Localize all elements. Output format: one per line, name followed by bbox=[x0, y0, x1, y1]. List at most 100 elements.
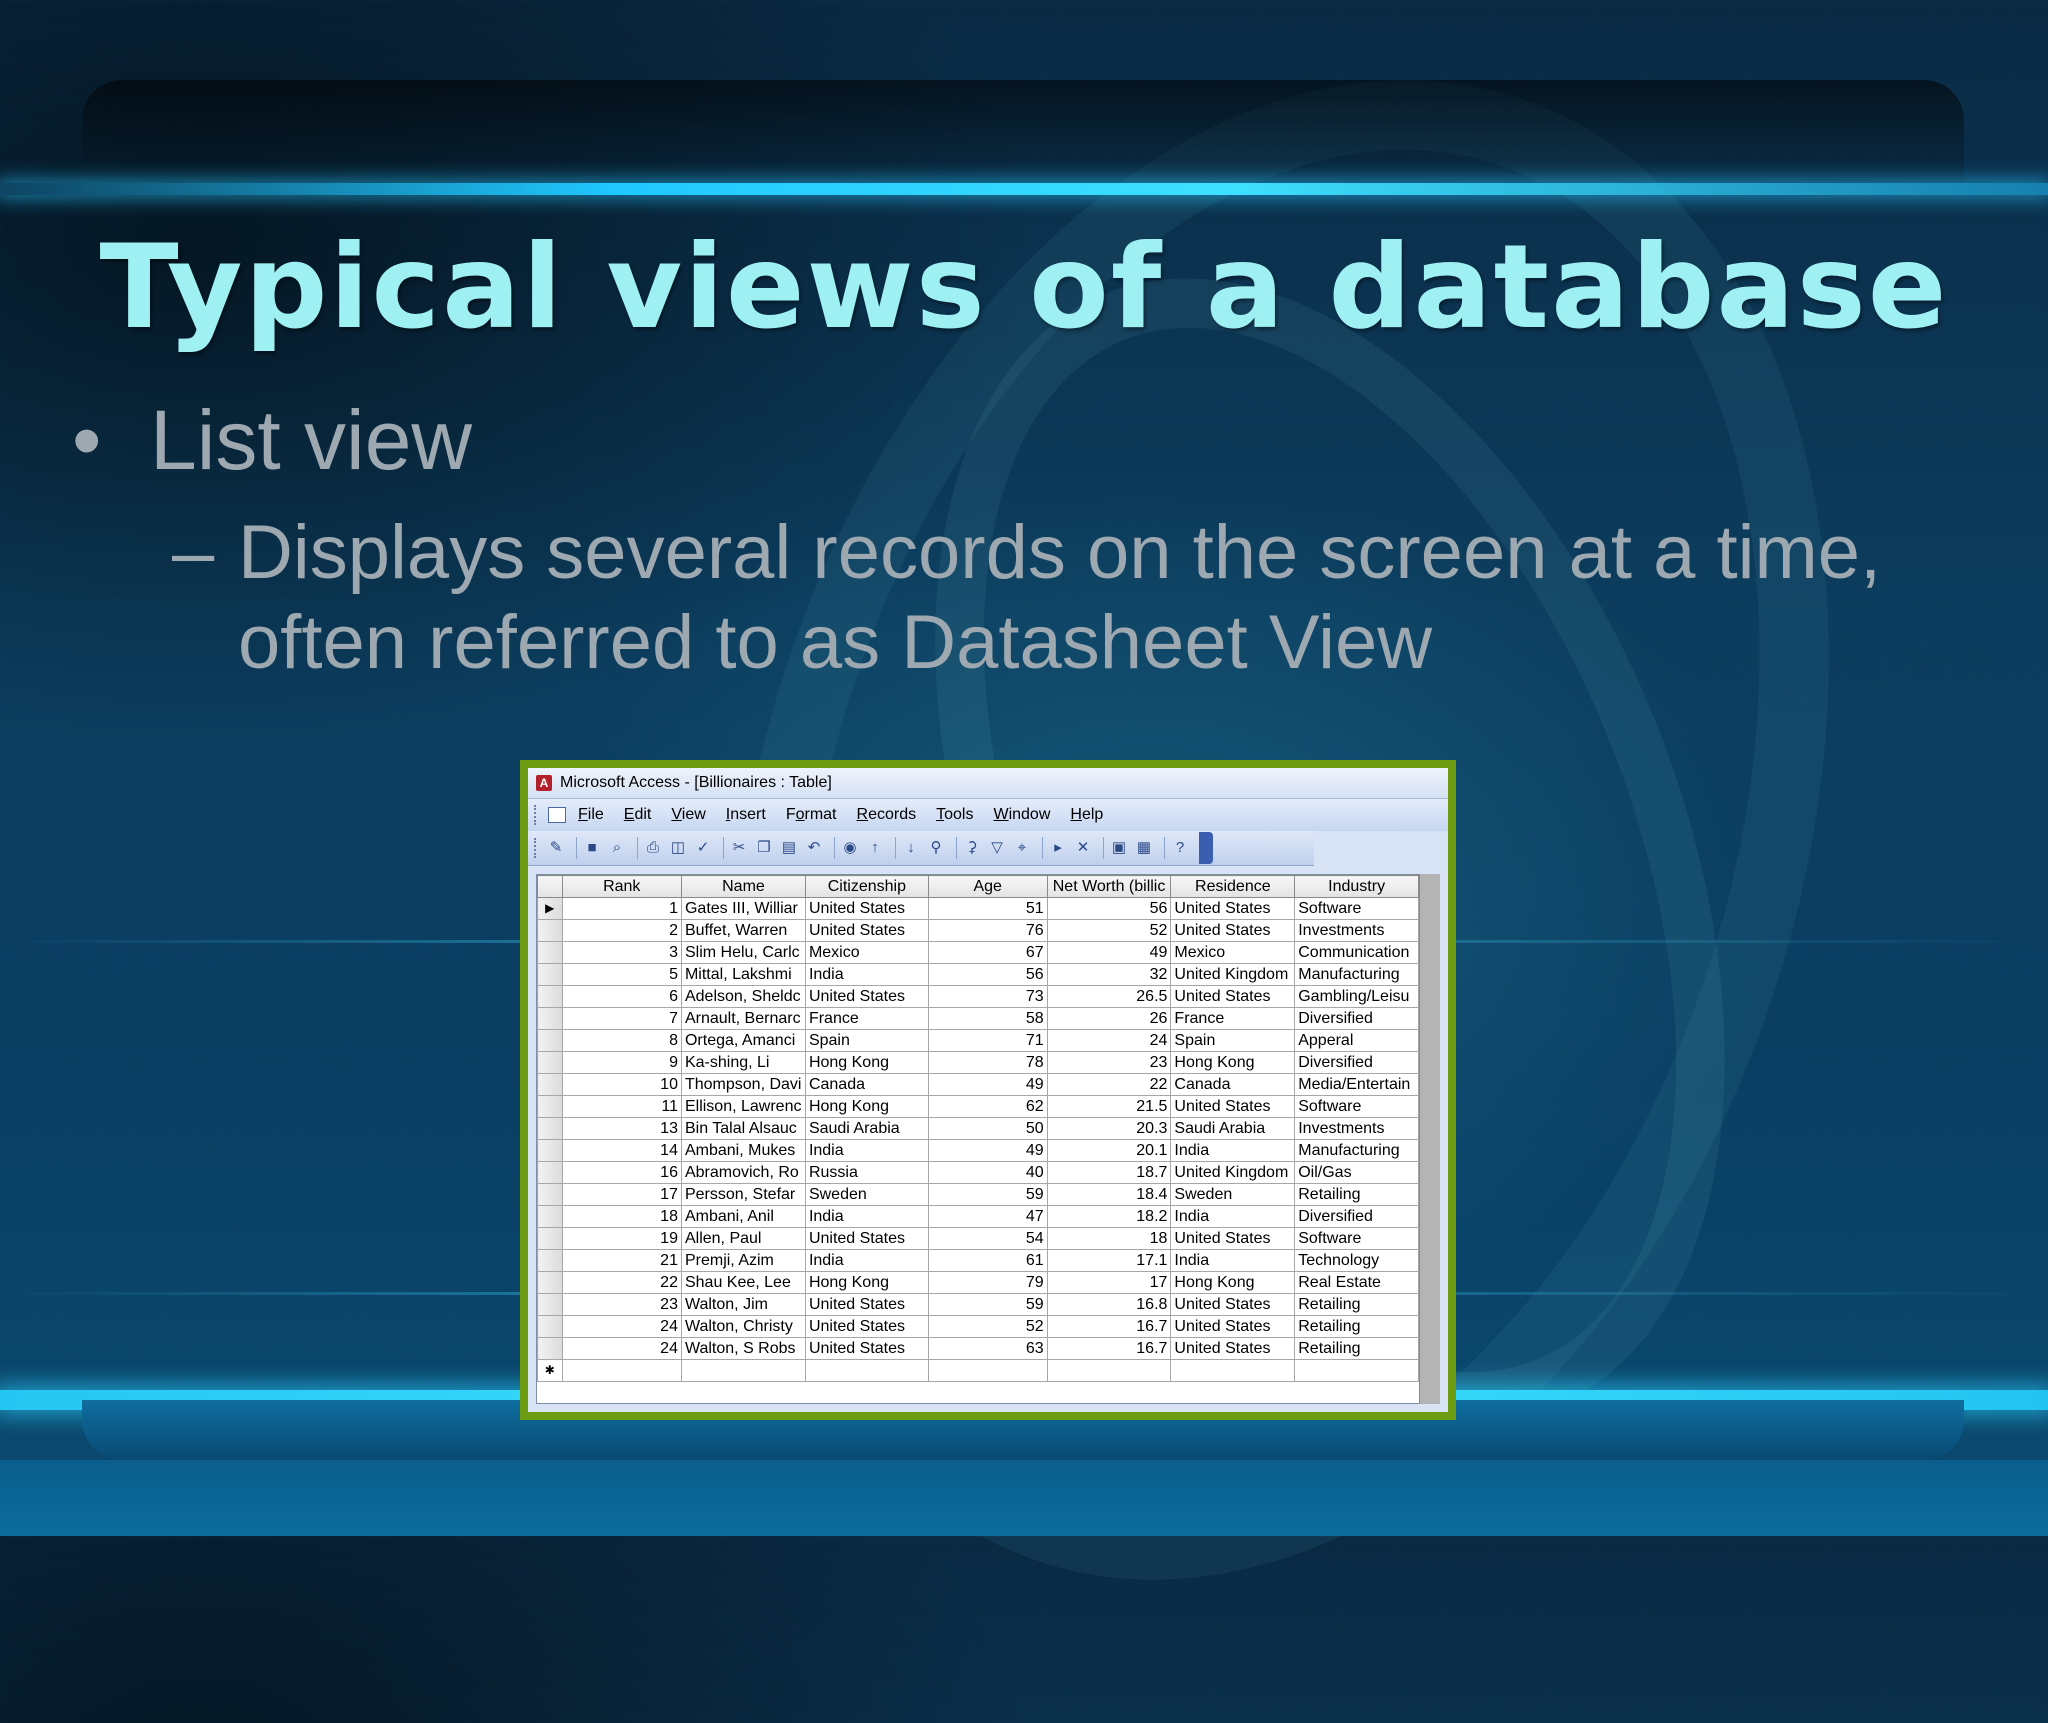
table-cell[interactable]: Ambani, Anil bbox=[680, 1205, 806, 1228]
table-cell[interactable]: France bbox=[804, 1007, 929, 1030]
column-header[interactable]: Rank bbox=[561, 875, 682, 898]
record-selector[interactable] bbox=[537, 1161, 563, 1184]
menu-window[interactable]: Window bbox=[993, 806, 1050, 824]
table-cell[interactable]: 1 bbox=[561, 897, 682, 920]
table-cell[interactable]: Spain bbox=[1170, 1029, 1296, 1052]
table-cell[interactable]: 52 bbox=[927, 1315, 1048, 1338]
table-cell[interactable]: 16.8 bbox=[1046, 1293, 1172, 1316]
table-cell[interactable]: 7 bbox=[561, 1007, 682, 1030]
table-cell[interactable]: Walton, Christy bbox=[680, 1315, 806, 1338]
table-row[interactable]: 16 Abramovich, Ro Russia 40 18.7 United Kingd… bbox=[537, 1161, 1419, 1184]
sort-descending-icon[interactable]: ↓ bbox=[901, 838, 921, 858]
table-cell[interactable]: 62 bbox=[927, 1095, 1048, 1118]
vertical-scrollbar[interactable] bbox=[1419, 874, 1440, 1404]
table-cell[interactable]: Hong Kong bbox=[804, 1095, 929, 1118]
table-cell[interactable]: Saudi Arabia bbox=[1170, 1117, 1296, 1140]
record-selector[interactable] bbox=[537, 1293, 563, 1316]
table-cell[interactable]: Slim Helu, Carlc bbox=[680, 941, 806, 964]
table-cell[interactable]: 5 bbox=[561, 963, 682, 986]
table-row[interactable]: 8 Ortega, Amanci Spain 71 24 Spain Apperal bbox=[537, 1029, 1419, 1052]
menu-file[interactable]: File bbox=[578, 806, 604, 824]
table-cell[interactable]: 59 bbox=[927, 1183, 1048, 1206]
table-cell[interactable]: India bbox=[1170, 1249, 1296, 1272]
table-cell[interactable]: 11 bbox=[561, 1095, 682, 1118]
table-cell[interactable]: United States bbox=[804, 1293, 929, 1316]
table-cell[interactable]: Diversified bbox=[1294, 1051, 1419, 1074]
record-selector[interactable] bbox=[537, 1315, 563, 1338]
filter-by-selection-icon[interactable]: ⚲ bbox=[926, 838, 946, 858]
table-cell[interactable] bbox=[1046, 1359, 1172, 1382]
table-cell[interactable]: Technology bbox=[1294, 1249, 1419, 1272]
record-selector[interactable] bbox=[537, 1007, 563, 1030]
table-cell[interactable]: 26.5 bbox=[1046, 985, 1172, 1008]
table-cell[interactable]: 32 bbox=[1046, 963, 1172, 986]
table-cell[interactable]: 16.7 bbox=[1046, 1315, 1172, 1338]
table-cell[interactable]: Arnault, Bernarc bbox=[680, 1007, 806, 1030]
table-cell[interactable]: United States bbox=[1170, 919, 1296, 942]
table-cell[interactable]: Retailing bbox=[1294, 1315, 1419, 1338]
table-cell[interactable]: Retailing bbox=[1294, 1293, 1419, 1316]
table-cell[interactable]: Thompson, Davi bbox=[680, 1073, 806, 1096]
record-selector[interactable] bbox=[537, 919, 563, 942]
column-header[interactable]: Industry bbox=[1294, 875, 1419, 898]
table-cell[interactable]: 24 bbox=[561, 1337, 682, 1360]
table-cell[interactable]: Hong Kong bbox=[804, 1271, 929, 1294]
table-row[interactable]: 21 Premji, Azim India 61 17.1 India Technology bbox=[537, 1249, 1419, 1272]
table-cell[interactable]: Gambling/Leisu bbox=[1294, 985, 1419, 1008]
table-cell[interactable]: 16.7 bbox=[1046, 1337, 1172, 1360]
table-cell[interactable]: United States bbox=[1170, 897, 1296, 920]
table-cell[interactable]: 58 bbox=[927, 1007, 1048, 1030]
table-cell[interactable]: 23 bbox=[561, 1293, 682, 1316]
table-cell[interactable] bbox=[927, 1359, 1048, 1382]
record-selector[interactable] bbox=[537, 1337, 563, 1360]
table-cell[interactable]: 6 bbox=[561, 985, 682, 1008]
table-cell[interactable]: Investments bbox=[1294, 1117, 1419, 1140]
table-cell[interactable]: Retailing bbox=[1294, 1183, 1419, 1206]
table-cell[interactable]: United Kingdom bbox=[1170, 963, 1296, 986]
record-selector[interactable] bbox=[537, 1249, 563, 1272]
column-header[interactable]: Residence bbox=[1170, 875, 1296, 898]
cut-icon[interactable]: ✂ bbox=[729, 838, 749, 858]
table-row[interactable]: 24 Walton, Christy United States 52 16.7 Unit… bbox=[537, 1315, 1419, 1338]
table-cell[interactable]: 22 bbox=[561, 1271, 682, 1294]
table-cell[interactable]: Canada bbox=[1170, 1073, 1296, 1096]
table-cell[interactable]: Shau Kee, Lee bbox=[680, 1271, 806, 1294]
select-all-corner[interactable] bbox=[537, 875, 563, 898]
table-cell[interactable]: France bbox=[1170, 1007, 1296, 1030]
menu-format[interactable]: Format bbox=[786, 806, 837, 824]
table-cell[interactable]: United States bbox=[1170, 1337, 1296, 1360]
print-preview-icon[interactable]: ◫ bbox=[668, 838, 688, 858]
table-cell[interactable]: 9 bbox=[561, 1051, 682, 1074]
menu-edit[interactable]: Edit bbox=[624, 806, 652, 824]
table-cell[interactable]: 67 bbox=[927, 941, 1048, 964]
table-cell[interactable]: 24 bbox=[1046, 1029, 1172, 1052]
table-cell[interactable]: Hong Kong bbox=[1170, 1271, 1296, 1294]
new-record-icon[interactable]: ▸ bbox=[1048, 838, 1068, 858]
table-cell[interactable]: 61 bbox=[927, 1249, 1048, 1272]
table-cell[interactable]: Buffet, Warren bbox=[680, 919, 806, 942]
table-cell[interactable]: Sweden bbox=[1170, 1183, 1296, 1206]
table-cell[interactable]: Oil/Gas bbox=[1294, 1161, 1419, 1184]
record-selector[interactable] bbox=[537, 1117, 563, 1140]
print-icon[interactable]: ⎙ bbox=[643, 838, 663, 858]
table-row[interactable]: 24 Walton, S Robs United States 63 16.7 Unite… bbox=[537, 1337, 1419, 1360]
table-cell[interactable]: India bbox=[804, 963, 929, 986]
table-cell[interactable]: 16 bbox=[561, 1161, 682, 1184]
table-cell[interactable]: 14 bbox=[561, 1139, 682, 1162]
record-selector[interactable] bbox=[537, 1051, 563, 1074]
find-icon[interactable]: ⌖ bbox=[1012, 838, 1032, 858]
table-cell[interactable]: 18.2 bbox=[1046, 1205, 1172, 1228]
record-selector[interactable] bbox=[537, 1139, 563, 1162]
table-cell[interactable]: 24 bbox=[561, 1315, 682, 1338]
table-row[interactable]: 17 Persson, Stefar Sweden 59 18.4 Sweden Retai… bbox=[537, 1183, 1419, 1206]
table-cell[interactable]: 54 bbox=[927, 1227, 1048, 1250]
table-cell[interactable]: 10 bbox=[561, 1073, 682, 1096]
table-cell[interactable]: 17 bbox=[1046, 1271, 1172, 1294]
table-cell[interactable]: 52 bbox=[1046, 919, 1172, 942]
table-row[interactable]: 2 Buffet, Warren United States 76 52 United S… bbox=[537, 919, 1419, 942]
table-row[interactable]: 23 Walton, Jim United States 59 16.8 United S… bbox=[537, 1293, 1419, 1316]
column-header[interactable]: Age bbox=[927, 875, 1048, 898]
delete-record-icon[interactable]: ✕ bbox=[1073, 838, 1093, 858]
table-cell[interactable]: 49 bbox=[1046, 941, 1172, 964]
table-cell[interactable]: Walton, S Robs bbox=[680, 1337, 806, 1360]
